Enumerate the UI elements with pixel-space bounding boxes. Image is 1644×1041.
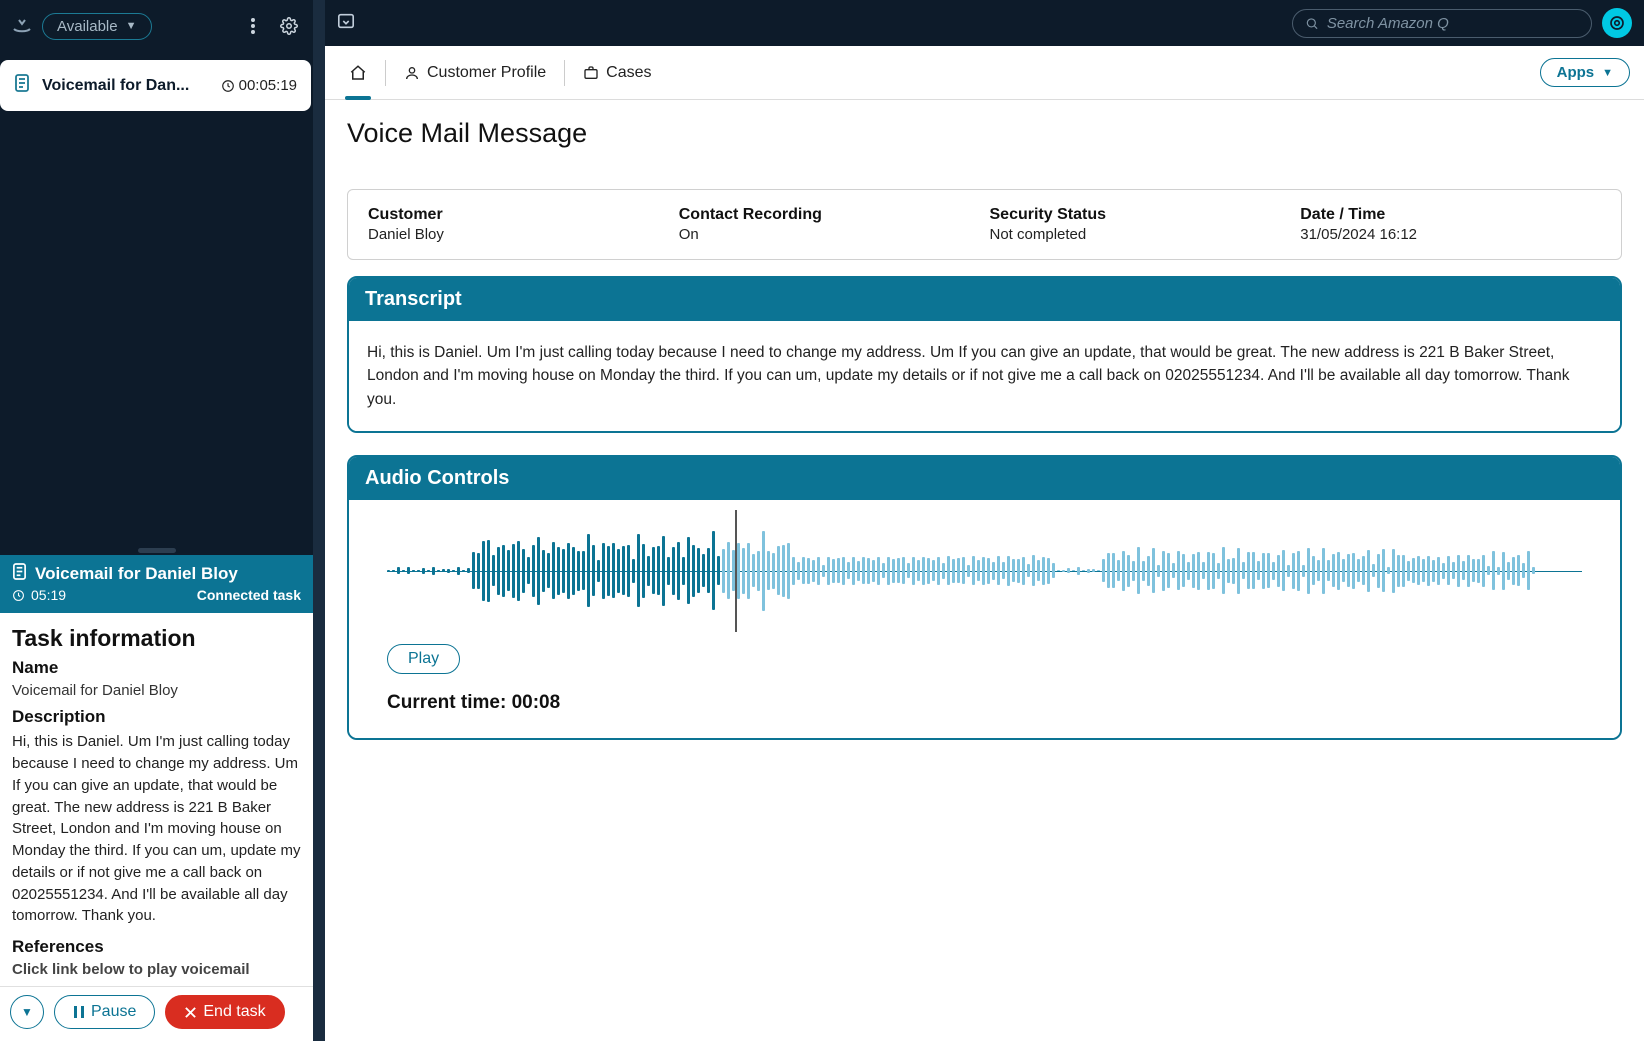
more-menu-button[interactable] (239, 12, 267, 40)
person-icon (404, 65, 420, 81)
recording-value: On (679, 226, 980, 243)
current-time-prefix: Current time: (387, 692, 512, 713)
current-time-value: 00:08 (512, 692, 561, 713)
task-card[interactable]: Voicemail for Dan... 00:05:19 (0, 60, 311, 111)
task-banner-title: Voicemail for Daniel Bloy (35, 564, 238, 584)
panel-toggle-icon[interactable] (337, 12, 355, 35)
security-label: Security Status (990, 206, 1291, 224)
briefcase-icon (583, 65, 599, 81)
document-icon (12, 563, 27, 585)
topbar (325, 0, 1644, 46)
play-button-label: Play (408, 650, 439, 667)
task-name-value: Voicemail for Daniel Bloy (12, 682, 301, 699)
apps-label: Apps (1557, 64, 1595, 81)
info-box: Customer Daniel Bloy Contact Recording O… (347, 189, 1622, 260)
current-time: Current time: 00:08 (387, 692, 1602, 714)
task-card-title: Voicemail for Dan... (42, 77, 211, 95)
sidebar-footer: ▼ Pause End task (0, 986, 313, 1041)
task-card-timer-value: 00:05:19 (239, 77, 297, 94)
date-value: 31/05/2024 16:12 (1300, 226, 1601, 243)
brand-icon (10, 16, 34, 36)
chevron-down-icon: ▼ (21, 1005, 33, 1019)
pause-icon (73, 1005, 85, 1019)
tab-divider (564, 60, 565, 86)
task-name-label: Name (12, 658, 301, 678)
search-input[interactable] (1327, 15, 1579, 32)
tabbar: Customer Profile Cases Apps ▼ (325, 46, 1644, 100)
assistant-icon (1608, 14, 1626, 32)
transcript-body: Hi, this is Daniel. Um I'm just calling … (349, 321, 1620, 431)
audio-panel: Audio Controls Play Current time: 00:08 (347, 455, 1622, 740)
panel-resize-handle[interactable] (138, 548, 176, 553)
task-refs-label: References (12, 937, 301, 957)
agent-status-label: Available (57, 18, 118, 35)
apps-dropdown[interactable]: Apps ▼ (1540, 58, 1630, 87)
page-title: Voice Mail Message (347, 118, 1622, 149)
task-refs-hint: Click link below to play voicemail (12, 961, 301, 978)
end-task-button-label: End task (203, 1003, 265, 1021)
pause-button[interactable]: Pause (54, 995, 155, 1029)
sidebar: Available ▼ Voicemail for Dan... 00:05:1… (0, 0, 313, 1041)
task-card-timer: 00:05:19 (221, 77, 297, 94)
tab-cases[interactable]: Cases (573, 46, 661, 99)
task-desc-label: Description (12, 707, 301, 727)
sidebar-spacer (0, 111, 313, 548)
security-value: Not completed (990, 226, 1291, 243)
tab-divider (385, 60, 386, 86)
sidebar-top-actions (239, 12, 303, 40)
play-button[interactable]: Play (387, 644, 460, 674)
customer-value: Daniel Bloy (368, 226, 669, 243)
waveform-bars (387, 516, 1582, 626)
date-label: Date / Time (1300, 206, 1601, 224)
home-icon (349, 64, 367, 82)
waveform[interactable] (387, 516, 1582, 626)
clock-icon (12, 589, 25, 602)
task-banner-status: Connected task (197, 587, 301, 603)
task-banner-timer: 05:19 (31, 587, 66, 603)
end-task-button[interactable]: End task (165, 995, 284, 1029)
footer-more-button[interactable]: ▼ (10, 995, 44, 1029)
task-desc-value: Hi, this is Daniel. Um I'm just calling … (12, 731, 301, 927)
waveform-cursor[interactable] (735, 510, 737, 632)
sidebar-divider[interactable] (313, 0, 325, 1041)
task-info-heading: Task information (12, 625, 301, 652)
agent-status-dropdown[interactable]: Available ▼ (42, 13, 152, 40)
tab-customer-profile-label: Customer Profile (427, 64, 546, 82)
recording-label: Contact Recording (679, 206, 980, 224)
close-icon (184, 1006, 197, 1019)
task-banner: Voicemail for Daniel Bloy 05:19 Connecte… (0, 555, 313, 613)
tab-home[interactable] (339, 46, 377, 99)
task-info-panel: Task information Name Voicemail for Dani… (0, 613, 313, 986)
chevron-down-icon: ▼ (1602, 67, 1613, 79)
tab-customer-profile[interactable]: Customer Profile (394, 46, 556, 99)
audio-heading: Audio Controls (349, 457, 1620, 500)
pause-button-label: Pause (91, 1003, 136, 1021)
chevron-down-icon: ▼ (126, 20, 137, 32)
document-icon (14, 74, 32, 97)
sidebar-top-row: Available ▼ (0, 0, 313, 52)
transcript-panel: Transcript Hi, this is Daniel. Um I'm ju… (347, 276, 1622, 433)
transcript-heading: Transcript (349, 278, 1620, 321)
search-bar[interactable] (1292, 9, 1592, 38)
content: Voice Mail Message Customer Daniel Bloy … (325, 100, 1644, 1041)
search-icon (1305, 16, 1319, 31)
assistant-button[interactable] (1602, 8, 1632, 38)
customer-label: Customer (368, 206, 669, 224)
settings-button[interactable] (275, 12, 303, 40)
tab-cases-label: Cases (606, 64, 651, 82)
main-area: Customer Profile Cases Apps ▼ Voice Mail… (325, 0, 1644, 1041)
